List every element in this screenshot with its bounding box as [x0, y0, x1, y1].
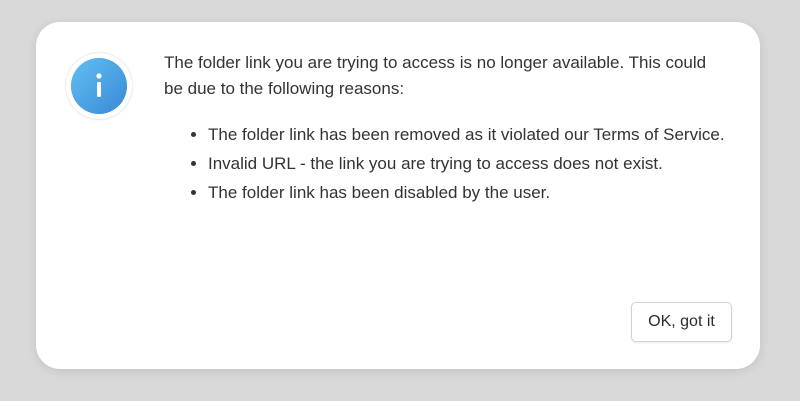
reason-item: The folder link has been removed as it v… [208, 122, 738, 148]
reason-item: The folder link has been disabled by the… [208, 180, 738, 206]
reasons-list: The folder link has been removed as it v… [186, 122, 738, 209]
folder-unavailable-dialog: The folder link you are trying to access… [36, 22, 760, 369]
info-icon [71, 58, 127, 114]
ok-got-it-button[interactable]: OK, got it [631, 302, 732, 342]
info-badge [66, 53, 132, 119]
reason-item: Invalid URL - the link you are trying to… [208, 151, 738, 177]
dialog-message: The folder link you are trying to access… [164, 53, 707, 98]
